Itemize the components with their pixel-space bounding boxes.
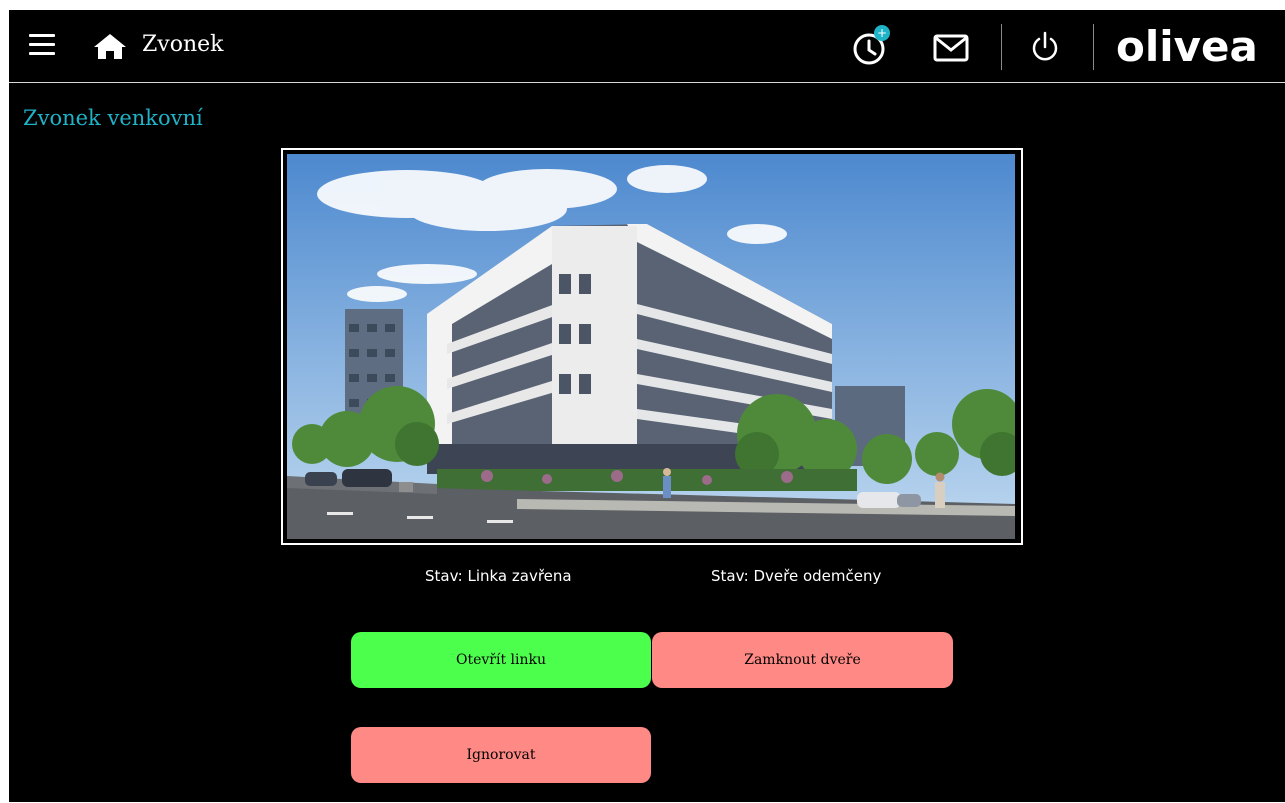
divider [1093,24,1094,70]
lock-door-button[interactable]: Zamknout dveře [652,632,953,688]
timer-badge: + [877,26,887,40]
ignore-button[interactable]: Ignorovat [351,727,651,783]
camera-view [281,148,1023,545]
timer-add-icon[interactable]: + [849,24,893,68]
brand-logo: olivea [1116,22,1258,71]
app-screen: Zvonek + olivea Zvonek venkovní Stav: Li… [9,10,1285,802]
home-icon[interactable] [92,32,128,60]
top-bar: Zvonek + olivea [9,10,1285,83]
open-line-button[interactable]: Otevřít linku [351,632,651,688]
mail-icon[interactable] [933,34,969,62]
door-status: Stav: Dveře odemčeny [711,567,882,585]
page-title: Zvonek venkovní [23,106,203,130]
line-status: Stav: Linka zavřena [425,567,572,585]
divider [1001,24,1002,70]
camera-image [287,154,1015,539]
header-title: Zvonek [142,32,224,57]
power-icon[interactable] [1029,30,1061,64]
hamburger-menu-icon[interactable] [29,34,55,56]
